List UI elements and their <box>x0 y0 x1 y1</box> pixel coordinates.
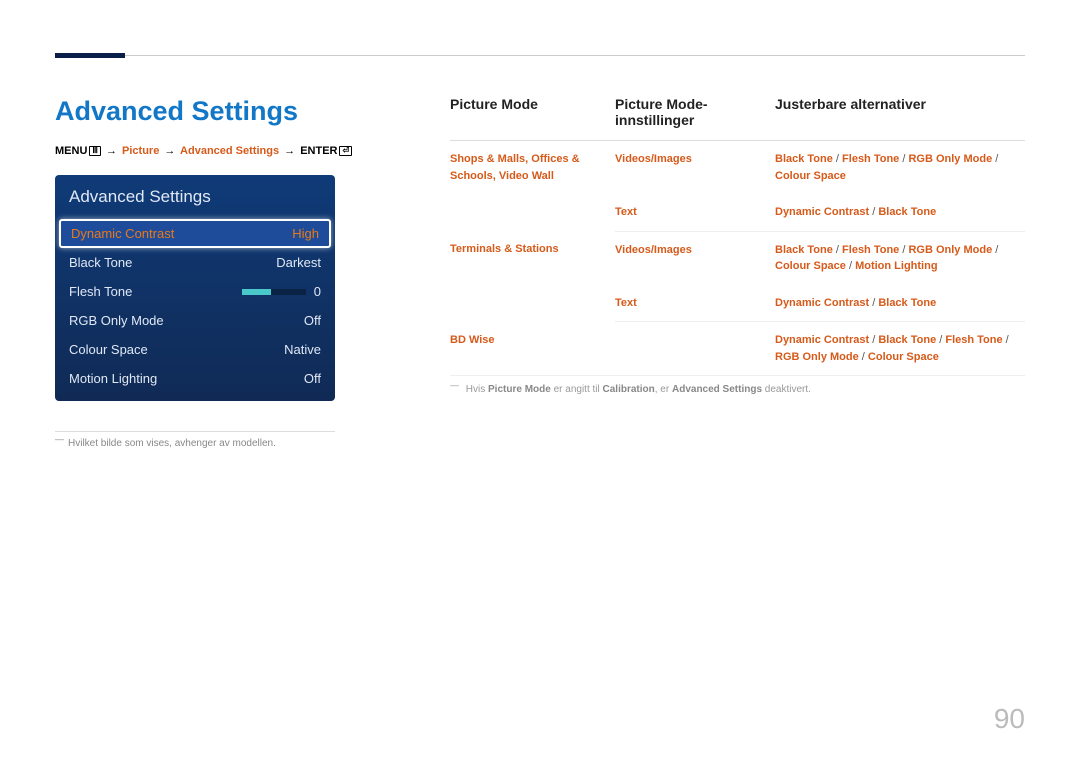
panel-row-flesh-tone[interactable]: Flesh Tone 0 <box>55 277 335 306</box>
row-label: Black Tone <box>69 255 132 270</box>
row-value-wrap: 0 <box>242 284 321 299</box>
cell-options: Black Tone / Flesh Tone / RGB Only Mode … <box>775 141 1025 195</box>
arrow-icon: → <box>106 145 117 157</box>
cell-options: Dynamic Contrast / Black Tone <box>775 285 1025 322</box>
page: Advanced Settings MENUⅢ → Picture → Adva… <box>0 0 1080 449</box>
cell-mode: BD Wise <box>450 322 615 376</box>
panel-row-dynamic-contrast[interactable]: Dynamic Contrast High <box>59 219 331 248</box>
table-footnote: Hvis Picture Mode er angitt til Calibrat… <box>450 384 1025 395</box>
breadcrumb-enter: ENTER <box>300 145 337 157</box>
enter-icon: ⏎ <box>339 146 352 156</box>
th-picture-mode-settings: Picture Mode-innstillinger <box>615 96 775 141</box>
panel-row-colour-space[interactable]: Colour Space Native <box>55 335 335 364</box>
breadcrumb-menu: MENU <box>55 145 87 157</box>
breadcrumb-picture: Picture <box>122 145 159 157</box>
table-row: Terminals & Stations Videos/Images Black… <box>450 231 1025 285</box>
slider-fill <box>242 289 271 295</box>
row-value: Darkest <box>276 255 321 270</box>
th-adjustable: Justerbare alternativer <box>775 96 1025 141</box>
row-label: Flesh Tone <box>69 284 132 299</box>
slider-track[interactable] <box>242 289 306 295</box>
row-label: RGB Only Mode <box>69 313 164 328</box>
left-column: Advanced Settings MENUⅢ → Picture → Adva… <box>55 96 390 449</box>
page-number: 90 <box>994 703 1025 735</box>
breadcrumb-advanced: Advanced Settings <box>180 145 279 157</box>
top-rule-accent <box>55 53 125 58</box>
th-picture-mode: Picture Mode <box>450 96 615 141</box>
cell-mode: Terminals & Stations <box>450 231 615 322</box>
settings-panel: Advanced Settings Dynamic Contrast High … <box>55 175 335 401</box>
row-value: Native <box>284 342 321 357</box>
row-label: Motion Lighting <box>69 371 157 386</box>
breadcrumb: MENUⅢ → Picture → Advanced Settings → EN… <box>55 145 390 157</box>
cell-setting: Videos/Images <box>615 231 775 285</box>
cell-setting: Text <box>615 285 775 322</box>
arrow-icon: → <box>164 145 175 157</box>
cell-setting: Text <box>615 194 775 231</box>
row-value: High <box>292 226 319 241</box>
footnote-rule <box>55 431 335 432</box>
panel-row-motion-lighting[interactable]: Motion Lighting Off <box>55 364 335 393</box>
table-row: BD Wise Dynamic Contrast / Black Tone / … <box>450 322 1025 376</box>
left-footnote: Hvilket bilde som vises, avhenger av mod… <box>55 438 390 449</box>
options-table: Picture Mode Picture Mode-innstillinger … <box>450 96 1025 376</box>
panel-row-black-tone[interactable]: Black Tone Darkest <box>55 248 335 277</box>
main-area: Advanced Settings MENUⅢ → Picture → Adva… <box>55 96 1025 449</box>
cell-setting <box>615 322 775 376</box>
cell-options: Dynamic Contrast / Black Tone <box>775 194 1025 231</box>
row-value: 0 <box>314 284 321 299</box>
row-value: Off <box>304 371 321 386</box>
cell-setting: Videos/Images <box>615 141 775 195</box>
row-label: Colour Space <box>69 342 148 357</box>
panel-row-rgb-only[interactable]: RGB Only Mode Off <box>55 306 335 335</box>
cell-options: Black Tone / Flesh Tone / RGB Only Mode … <box>775 231 1025 285</box>
panel-title: Advanced Settings <box>55 177 335 219</box>
row-label: Dynamic Contrast <box>71 226 174 241</box>
row-value: Off <box>304 313 321 328</box>
table-row: Shops & Malls, Offices & Schools, Video … <box>450 141 1025 195</box>
cell-mode: Shops & Malls, Offices & Schools, Video … <box>450 141 615 232</box>
page-title: Advanced Settings <box>55 96 390 127</box>
cell-options: Dynamic Contrast / Black Tone / Flesh To… <box>775 322 1025 376</box>
menu-icon: Ⅲ <box>89 146 101 156</box>
right-column: Picture Mode Picture Mode-innstillinger … <box>450 96 1025 449</box>
top-rule <box>55 55 1025 56</box>
arrow-icon: → <box>284 145 295 157</box>
